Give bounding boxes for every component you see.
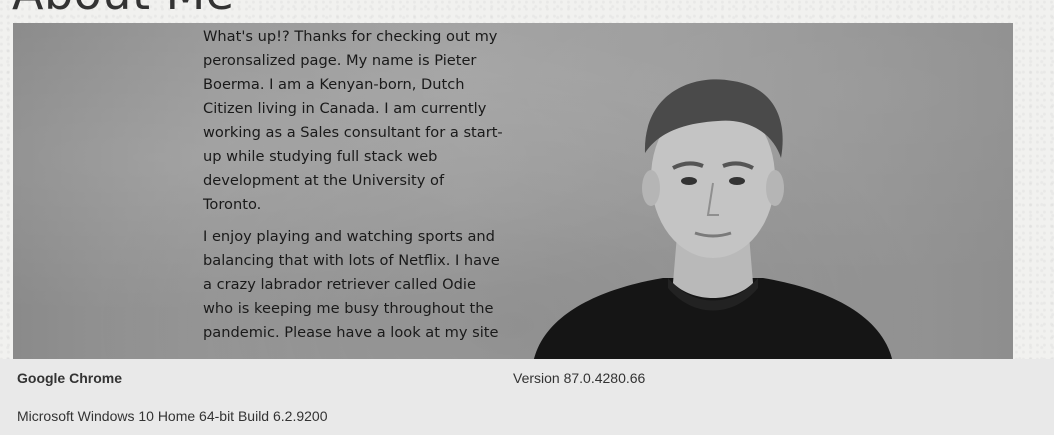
browser-info-footer: Google Chrome Version 87.0.4280.66 Micro… bbox=[0, 359, 1054, 435]
os-info: Microsoft Windows 10 Home 64-bit Build 6… bbox=[17, 408, 328, 424]
browser-version: Version 87.0.4280.66 bbox=[513, 370, 646, 386]
browser-name: Google Chrome bbox=[17, 370, 123, 386]
bio-paragraph-2: I enjoy playing and watching sports and … bbox=[203, 228, 500, 341]
bio-paragraph-1: What's up!? Thanks for checking out my p… bbox=[203, 28, 503, 213]
profile-photo bbox=[534, 79, 892, 359]
bio-text: What's up!? Thanks for checking out my p… bbox=[203, 25, 503, 353]
about-hero-section: What's up!? Thanks for checking out my p… bbox=[13, 23, 1013, 359]
page-title: About Me bbox=[12, 0, 235, 20]
